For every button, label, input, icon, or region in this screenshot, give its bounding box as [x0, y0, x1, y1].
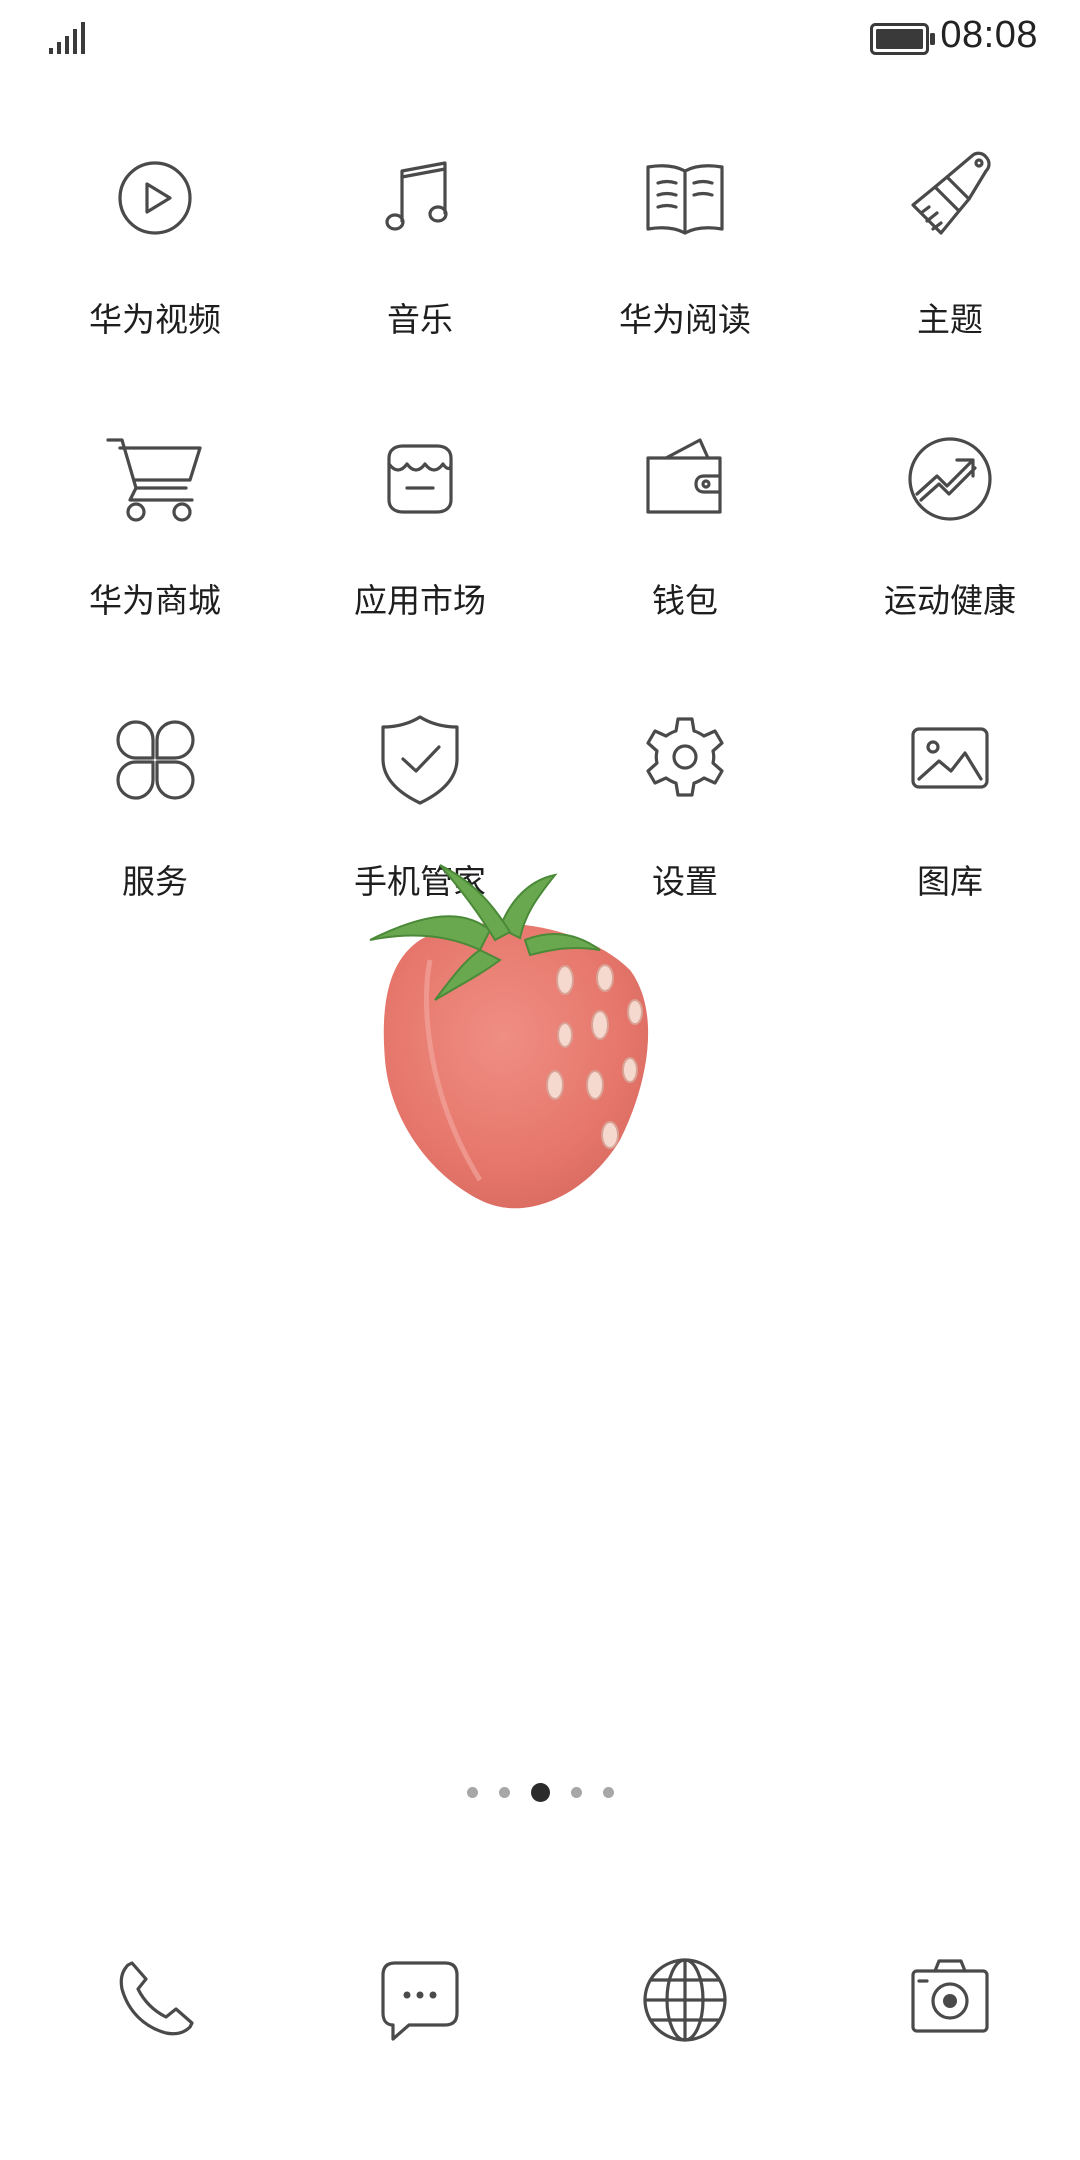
- dock-camera[interactable]: [895, 1945, 1005, 2055]
- app-label: 华为商城: [89, 581, 221, 620]
- app-label: 音乐: [387, 300, 453, 339]
- gallery-icon: [895, 705, 1005, 815]
- app-wallet[interactable]: 钱包: [550, 424, 820, 664]
- page-dot[interactable]: [570, 1786, 582, 1798]
- app-label: 主题: [917, 300, 983, 339]
- status-bar: 08:08: [0, 0, 1080, 80]
- page-dot-active[interactable]: [530, 1782, 550, 1802]
- app-label: 华为视频: [89, 300, 221, 339]
- status-time: 08:08: [940, 14, 1038, 56]
- app-music[interactable]: 音乐: [285, 143, 555, 383]
- app-label: 图库: [917, 862, 983, 901]
- store-icon: [365, 424, 475, 534]
- video-play-icon: [100, 143, 210, 253]
- app-themes[interactable]: 主题: [815, 143, 1080, 383]
- dock-messages[interactable]: [365, 1945, 475, 2055]
- dock-browser[interactable]: [630, 1945, 740, 2055]
- app-gallery[interactable]: 图库: [815, 705, 1080, 945]
- page-dot[interactable]: [498, 1786, 510, 1798]
- strawberry-wallpaper-image: [369, 864, 649, 1209]
- app-app-market[interactable]: 应用市场: [285, 424, 555, 664]
- gear-icon: [630, 705, 740, 815]
- shopping-cart-icon: [100, 424, 210, 534]
- battery-full-icon: [870, 23, 935, 55]
- app-label: 钱包: [652, 581, 718, 620]
- app-label: 应用市场: [354, 581, 486, 620]
- message-bubble-icon: [381, 1961, 459, 2041]
- clover-icon: [100, 705, 210, 815]
- page-dot[interactable]: [466, 1786, 478, 1798]
- app-huawei-video[interactable]: 华为视频: [20, 143, 290, 383]
- page-indicator[interactable]: [0, 1780, 1080, 1804]
- dock-phone[interactable]: [100, 1945, 210, 2055]
- music-note-icon: [365, 143, 475, 253]
- page-dot[interactable]: [602, 1786, 614, 1798]
- signal-bars-icon: [49, 22, 85, 54]
- camera-icon: [911, 1959, 989, 2033]
- app-label: 服务: [122, 862, 188, 901]
- globe-icon: [643, 1958, 727, 2042]
- app-services[interactable]: 服务: [20, 705, 290, 945]
- app-label: 运动健康: [884, 581, 1016, 620]
- app-huawei-mall[interactable]: 华为商城: [20, 424, 290, 664]
- app-health[interactable]: 运动健康: [815, 424, 1080, 664]
- phone-icon: [119, 1961, 194, 2036]
- book-icon: [630, 143, 740, 253]
- wallet-icon: [630, 424, 740, 534]
- health-trend-icon: [895, 424, 1005, 534]
- app-label: 华为阅读: [619, 300, 751, 339]
- app-huawei-reading[interactable]: 华为阅读: [550, 143, 820, 383]
- shield-check-icon: [365, 705, 475, 815]
- paint-brush-icon: [895, 143, 1005, 253]
